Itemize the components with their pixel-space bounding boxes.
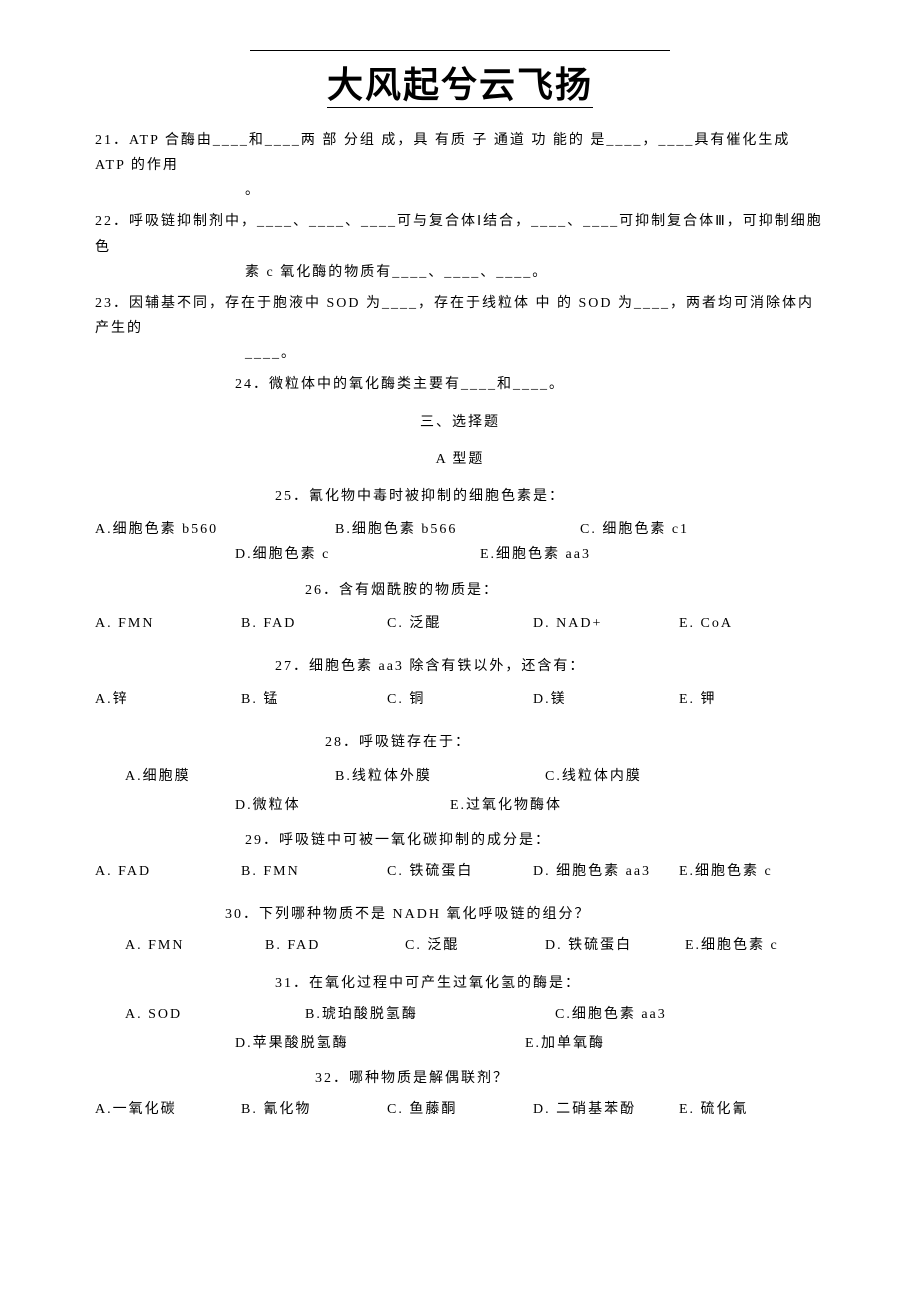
q25-options-row1: A.细胞色素 b560 B.细胞色素 b566 C. 细胞色素 c1 — [95, 517, 825, 542]
q30-stem: 30．下列哪种物质不是 NADH 氧化呼吸链的组分？ — [95, 902, 825, 927]
q32-stem: 32．哪种物质是解偶联剂？ — [95, 1066, 825, 1091]
q30-option-c: C. 泛醌 — [405, 933, 545, 958]
q28-option-e: E.过氧化物酶体 — [450, 793, 825, 818]
q27-option-a: A.锌 — [95, 687, 241, 712]
q29-option-a: A. FAD — [95, 859, 241, 884]
q31-options-row1: A. SOD B.琥珀酸脱氢酶 C.细胞色素 aa3 — [95, 1002, 825, 1027]
q25-option-e: E.细胞色素 aa3 — [480, 542, 825, 567]
q27-stem: 27．细胞色素 aa3 除含有铁以外，还含有： — [95, 654, 825, 679]
q30-option-b: B. FAD — [265, 933, 405, 958]
q31-option-c: C.细胞色素 aa3 — [555, 1002, 825, 1027]
q25-option-b: B.细胞色素 b566 — [335, 517, 580, 542]
q32-options: A.一氧化碳 B. 氰化物 C. 鱼藤酮 D. 二硝基苯酚 E. 硫化氰 — [95, 1097, 825, 1122]
q28-stem: 28．呼吸链存在于： — [95, 730, 825, 755]
q27-options: A.锌 B. 锰 C. 铜 D.镁 E. 钾 — [95, 687, 825, 712]
q32-option-d: D. 二硝基苯酚 — [533, 1097, 679, 1122]
header-calligraphy: 大风起兮云飞扬 — [95, 53, 825, 118]
q30-option-e: E.细胞色素 c — [685, 933, 825, 958]
q32-option-b: B. 氰化物 — [241, 1097, 387, 1122]
q25-stem: 25．氰化物中毒时被抑制的细胞色素是： — [95, 484, 825, 509]
q27-option-b: B. 锰 — [241, 687, 387, 712]
q29-option-e: E.细胞色素 c — [679, 859, 825, 884]
q25-option-c: C. 细胞色素 c1 — [580, 517, 825, 542]
q25-options-row2: D.细胞色素 c E.细胞色素 aa3 — [95, 542, 825, 567]
q28-option-d: D.微粒体 — [235, 793, 450, 818]
q29-option-b: B. FMN — [241, 859, 387, 884]
q29-options: A. FAD B. FMN C. 铁硫蛋白 D. 细胞色素 aa3 E.细胞色素… — [95, 859, 825, 884]
q31-option-d: D.苹果酸脱氢酶 — [235, 1031, 525, 1056]
q31-options-row2: D.苹果酸脱氢酶 E.加单氧酶 — [95, 1031, 825, 1056]
q31-option-a: A. SOD — [125, 1002, 305, 1027]
q26-option-b: B. FAD — [241, 611, 387, 636]
q32-option-c: C. 鱼藤酮 — [387, 1097, 533, 1122]
q28-option-c: C.线粒体内膜 — [545, 764, 825, 789]
q31-option-e: E.加单氧酶 — [525, 1031, 825, 1056]
q27-option-d: D.镁 — [533, 687, 679, 712]
top-rule — [250, 50, 670, 51]
q27-option-c: C. 铜 — [387, 687, 533, 712]
section-3-title: 三、选择题 — [95, 410, 825, 435]
q31-stem: 31．在氧化过程中可产生过氧化氢的酶是： — [95, 971, 825, 996]
q28-option-a: A.细胞膜 — [125, 764, 335, 789]
q28-options-row2: D.微粒体 E.过氧化物酶体 — [95, 793, 825, 818]
question-22: 22．呼吸链抑制剂中，____、____、____可与复合体Ⅰ结合，____、_… — [95, 209, 825, 285]
q30-option-a: A. FMN — [125, 933, 265, 958]
question-24: 24．微粒体中的氧化酶类主要有____和____。 — [95, 372, 825, 397]
page-container: 大风起兮云飞扬 21．ATP 合酶由____和____两 部 分组 成，具 有质… — [0, 0, 920, 1201]
q32-option-a: A.一氧化碳 — [95, 1097, 241, 1122]
q26-option-e: E. CoA — [679, 611, 825, 636]
q25-option-d: D.细胞色素 c — [235, 542, 480, 567]
q26-options: A. FMN B. FAD C. 泛醌 D. NAD+ E. CoA — [95, 611, 825, 636]
section-3-subtype: A 型题 — [95, 447, 825, 472]
q31-option-b: B.琥珀酸脱氢酶 — [305, 1002, 555, 1027]
question-23: 23．因辅基不同，存在于胞液中 SOD 为____，存在于线粒体 中 的 SOD… — [95, 291, 825, 367]
q30-option-d: D. 铁硫蛋白 — [545, 933, 685, 958]
q26-option-d: D. NAD+ — [533, 611, 679, 636]
q29-option-c: C. 铁硫蛋白 — [387, 859, 533, 884]
q26-stem: 26．含有烟酰胺的物质是： — [95, 578, 825, 603]
q30-options: A. FMN B. FAD C. 泛醌 D. 铁硫蛋白 E.细胞色素 c — [95, 933, 825, 958]
q32-option-e: E. 硫化氰 — [679, 1097, 825, 1122]
q28-option-b: B.线粒体外膜 — [335, 764, 545, 789]
question-21: 21．ATP 合酶由____和____两 部 分组 成，具 有质 子 通道 功 … — [95, 128, 825, 204]
q29-option-d: D. 细胞色素 aa3 — [533, 859, 679, 884]
q28-options-row1: A.细胞膜 B.线粒体外膜 C.线粒体内膜 — [95, 764, 825, 789]
q27-option-e: E. 钾 — [679, 687, 825, 712]
q25-option-a: A.细胞色素 b560 — [95, 517, 335, 542]
q29-stem: 29．呼吸链中可被一氧化碳抑制的成分是： — [95, 828, 825, 853]
q26-option-a: A. FMN — [95, 611, 241, 636]
q26-option-c: C. 泛醌 — [387, 611, 533, 636]
